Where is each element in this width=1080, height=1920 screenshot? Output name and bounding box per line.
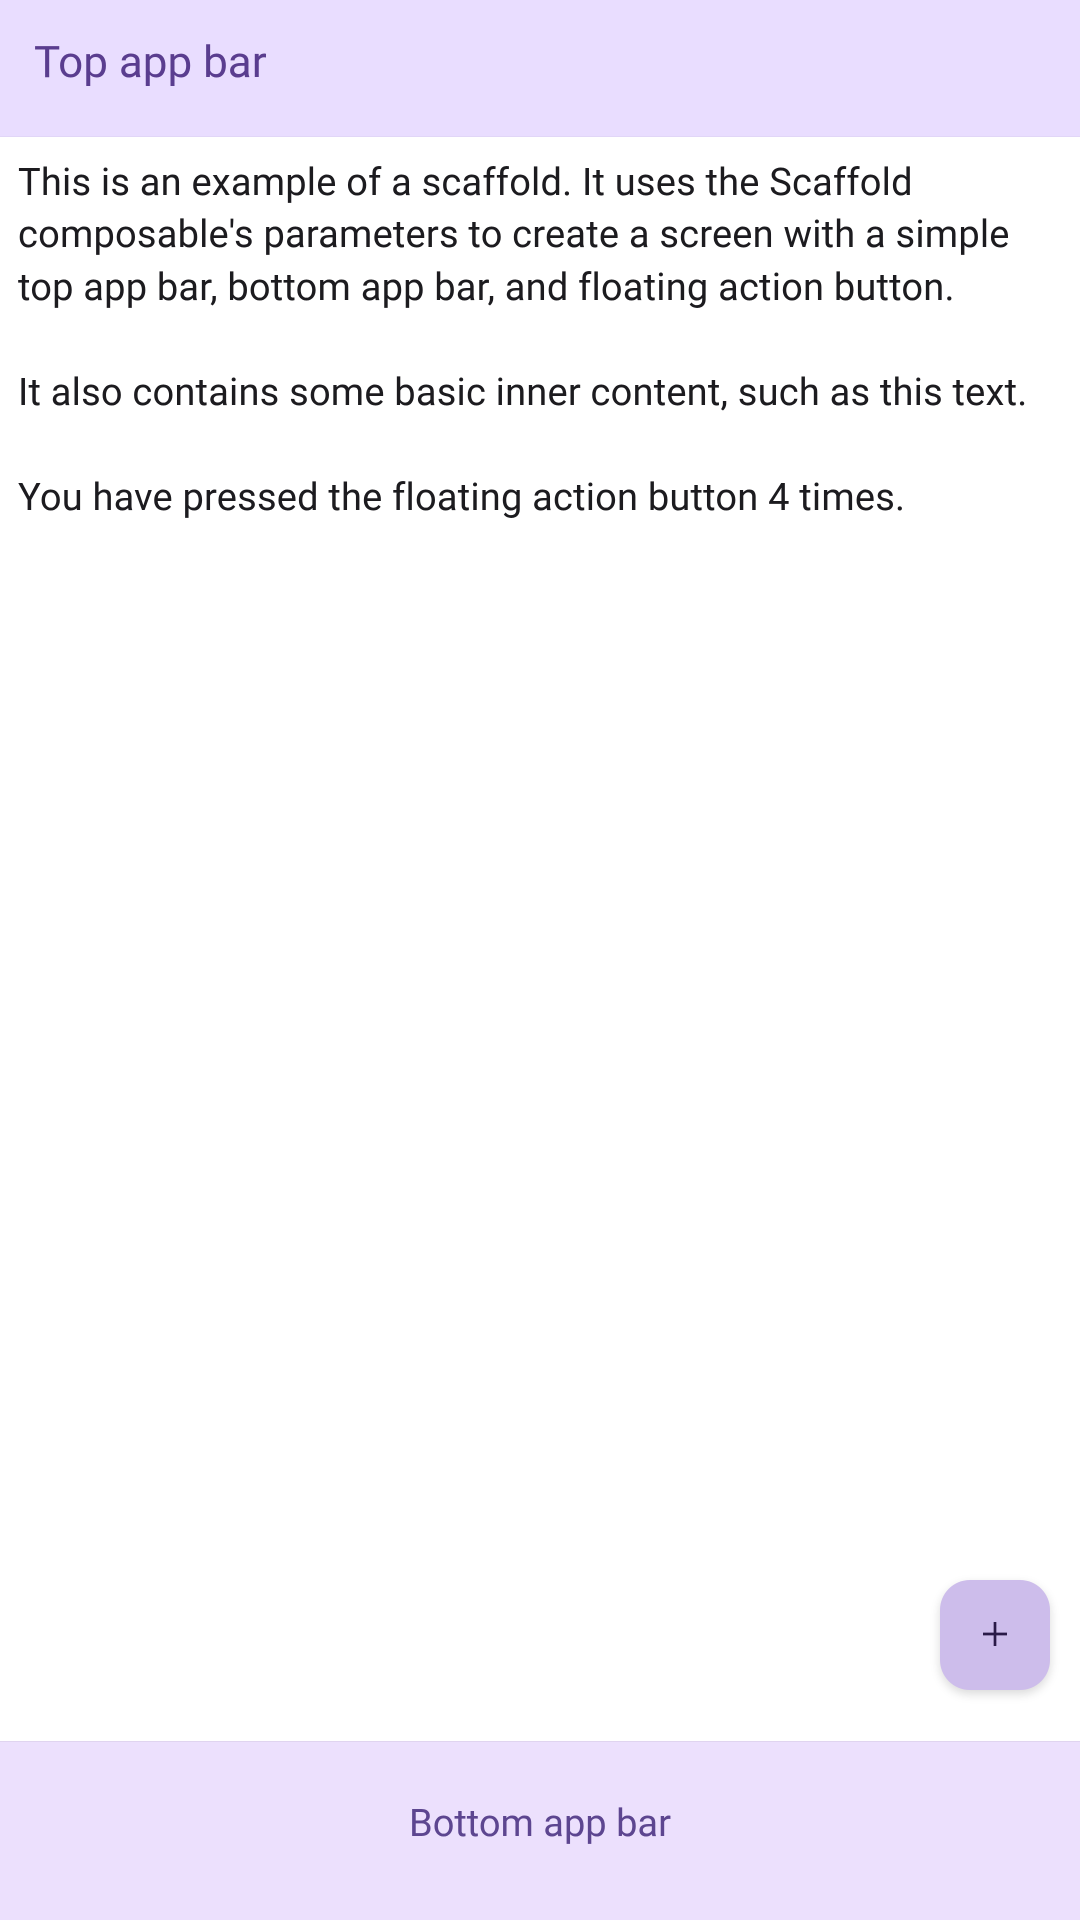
bottom-app-bar-label: Bottom app bar xyxy=(0,1802,1080,1846)
content-text: This is an example of a scaffold. It use… xyxy=(18,157,1062,524)
top-app-bar-title: Top app bar xyxy=(34,36,1046,88)
floating-action-button[interactable] xyxy=(940,1580,1050,1690)
content-paragraph-3: You have pressed the floating action but… xyxy=(18,476,905,520)
content-paragraph-1: This is an example of a scaffold. It use… xyxy=(18,161,1010,310)
bottom-app-bar: Bottom app bar xyxy=(0,1741,1080,1920)
main-content: This is an example of a scaffold. It use… xyxy=(0,137,1080,1741)
content-paragraph-2: It also contains some basic inner conten… xyxy=(18,371,1027,415)
top-app-bar: Top app bar xyxy=(0,0,1080,137)
add-icon xyxy=(977,1616,1013,1655)
